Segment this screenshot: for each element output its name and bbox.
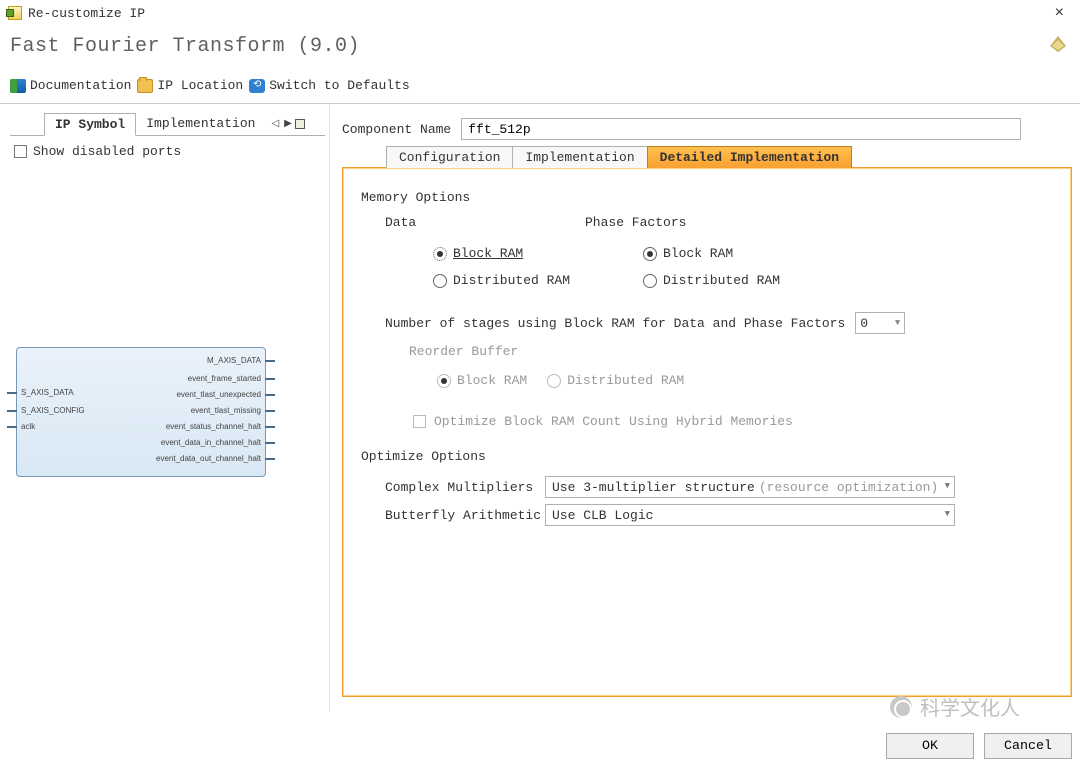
vendor-logo-icon [1046, 34, 1070, 58]
phase-block-ram-radio[interactable] [643, 247, 657, 261]
window-icon [8, 6, 22, 20]
reorder-buffer-title: Reorder Buffer [409, 344, 1053, 359]
ip-location-link[interactable]: IP Location [137, 78, 243, 93]
data-block-ram-radio[interactable] [433, 247, 447, 261]
reorder-block-ram-radio [437, 374, 451, 388]
reorder-dist-ram-label: Distributed RAM [567, 373, 684, 388]
tab-prev-icon[interactable]: ◁ [269, 118, 281, 129]
chevron-down-icon: ▼ [945, 481, 950, 491]
tab-configuration[interactable]: Configuration [386, 146, 513, 168]
complex-multipliers-select[interactable]: Use 3-multiplier structure (resource opt… [545, 476, 955, 498]
toolbar: Documentation IP Location ⟲ Switch to De… [0, 74, 1080, 104]
right-tabs: Configuration Implementation Detailed Im… [342, 146, 1072, 697]
left-tabs: IP Symbol Implementation ◁ ▶ [10, 112, 325, 136]
switch-icon: ⟲ [249, 79, 265, 93]
port-event-status-halt: event_status_channel_halt [166, 422, 275, 431]
switch-defaults-label: Switch to Defaults [269, 78, 409, 93]
butterfly-arithmetic-select[interactable]: Use CLB Logic ▼ [545, 504, 955, 526]
dialog-footer: OK Cancel [886, 727, 1072, 765]
phase-dist-ram-label: Distributed RAM [663, 273, 780, 288]
reorder-dist-ram-option: Distributed RAM [547, 373, 684, 388]
reorder-block-ram-option: Block RAM [437, 373, 527, 388]
close-icon[interactable]: × [1047, 4, 1072, 22]
ip-symbol-diagram: S_AXIS_DATA S_AXIS_CONFIG aclk M_AXIS_DA… [16, 347, 266, 477]
content: IP Symbol Implementation ◁ ▶ Show disabl… [0, 104, 1080, 712]
book-icon [10, 79, 26, 93]
switch-defaults-link[interactable]: ⟲ Switch to Defaults [249, 78, 409, 93]
tab-implementation-left[interactable]: Implementation [136, 113, 265, 134]
ip-location-label: IP Location [157, 78, 243, 93]
memory-data-label: Data [385, 215, 585, 230]
window-title: Re-customize IP [28, 6, 145, 21]
documentation-label: Documentation [30, 78, 131, 93]
component-name-row: Component Name [342, 118, 1072, 140]
optimize-options-title: Optimize Options [361, 449, 1053, 464]
phase-block-ram-option[interactable]: Block RAM [643, 246, 853, 261]
show-disabled-checkbox[interactable] [14, 145, 27, 158]
data-dist-ram-radio[interactable] [433, 274, 447, 288]
port-m-axis-data: M_AXIS_DATA [207, 356, 275, 365]
data-block-ram-label: Block RAM [453, 246, 523, 261]
tab-list-icon[interactable] [295, 119, 305, 129]
phase-dist-ram-radio[interactable] [643, 274, 657, 288]
component-name-input[interactable] [461, 118, 1021, 140]
ok-button[interactable]: OK [886, 733, 974, 759]
port-event-tlast-unexpected: event_tlast_unexpected [176, 390, 275, 399]
page-title: Fast Fourier Transform (9.0) [10, 35, 360, 58]
chevron-down-icon: ▼ [895, 318, 900, 328]
complex-multipliers-label: Complex Multipliers [385, 480, 545, 495]
port-event-frame-started: event_frame_started [188, 374, 275, 383]
memory-phase-label: Phase Factors [585, 215, 686, 230]
complex-multipliers-hint: (resource optimization) [759, 480, 938, 495]
port-s-axis-config: S_AXIS_CONFIG [7, 406, 85, 415]
stages-label: Number of stages using Block RAM for Dat… [385, 316, 845, 331]
hybrid-checkbox [413, 415, 426, 428]
butterfly-arithmetic-label: Butterfly Arithmetic [385, 508, 545, 523]
left-panel: IP Symbol Implementation ◁ ▶ Show disabl… [0, 104, 330, 712]
phase-block-ram-label: Block RAM [663, 246, 733, 261]
hybrid-label: Optimize Block RAM Count Using Hybrid Me… [434, 414, 793, 429]
folder-icon [137, 79, 153, 93]
show-disabled-ports[interactable]: Show disabled ports [10, 136, 325, 167]
tab-ip-symbol[interactable]: IP Symbol [44, 113, 136, 136]
documentation-link[interactable]: Documentation [10, 78, 131, 93]
cancel-button[interactable]: Cancel [984, 733, 1072, 759]
tab-implementation[interactable]: Implementation [512, 146, 647, 168]
stages-select[interactable]: 0 ▼ [855, 312, 905, 334]
stages-value: 0 [860, 316, 868, 331]
component-name-label: Component Name [342, 122, 451, 137]
data-block-ram-option[interactable]: Block RAM [433, 246, 643, 261]
tab-detailed-implementation[interactable]: Detailed Implementation [647, 146, 852, 168]
tab-next-icon[interactable]: ▶ [282, 118, 294, 129]
port-s-axis-data: S_AXIS_DATA [7, 388, 74, 397]
butterfly-arithmetic-value: Use CLB Logic [552, 508, 653, 523]
reorder-dist-ram-radio [547, 374, 561, 388]
memory-options-title: Memory Options [361, 190, 1053, 205]
port-event-data-in-halt: event_data_in_channel_halt [161, 438, 275, 447]
right-panel: Component Name Configuration Implementat… [330, 104, 1080, 712]
show-disabled-label: Show disabled ports [33, 144, 181, 159]
port-aclk: aclk [7, 422, 35, 431]
port-event-data-out-halt: event_data_out_channel_halt [156, 454, 275, 463]
hybrid-optimize-row: Optimize Block RAM Count Using Hybrid Me… [413, 414, 1053, 429]
detailed-implementation-panel: Memory Options Data Phase Factors Block … [342, 167, 1072, 697]
titlebar: Re-customize IP × [0, 0, 1080, 26]
data-dist-ram-option[interactable]: Distributed RAM [433, 273, 643, 288]
phase-dist-ram-option[interactable]: Distributed RAM [643, 273, 853, 288]
chevron-down-icon: ▼ [945, 509, 950, 519]
page-header: Fast Fourier Transform (9.0) [0, 26, 1080, 74]
reorder-block-ram-label: Block RAM [457, 373, 527, 388]
data-dist-ram-label: Distributed RAM [453, 273, 570, 288]
port-event-tlast-missing: event_tlast_missing [191, 406, 275, 415]
complex-multipliers-value: Use 3-multiplier structure [552, 480, 755, 495]
